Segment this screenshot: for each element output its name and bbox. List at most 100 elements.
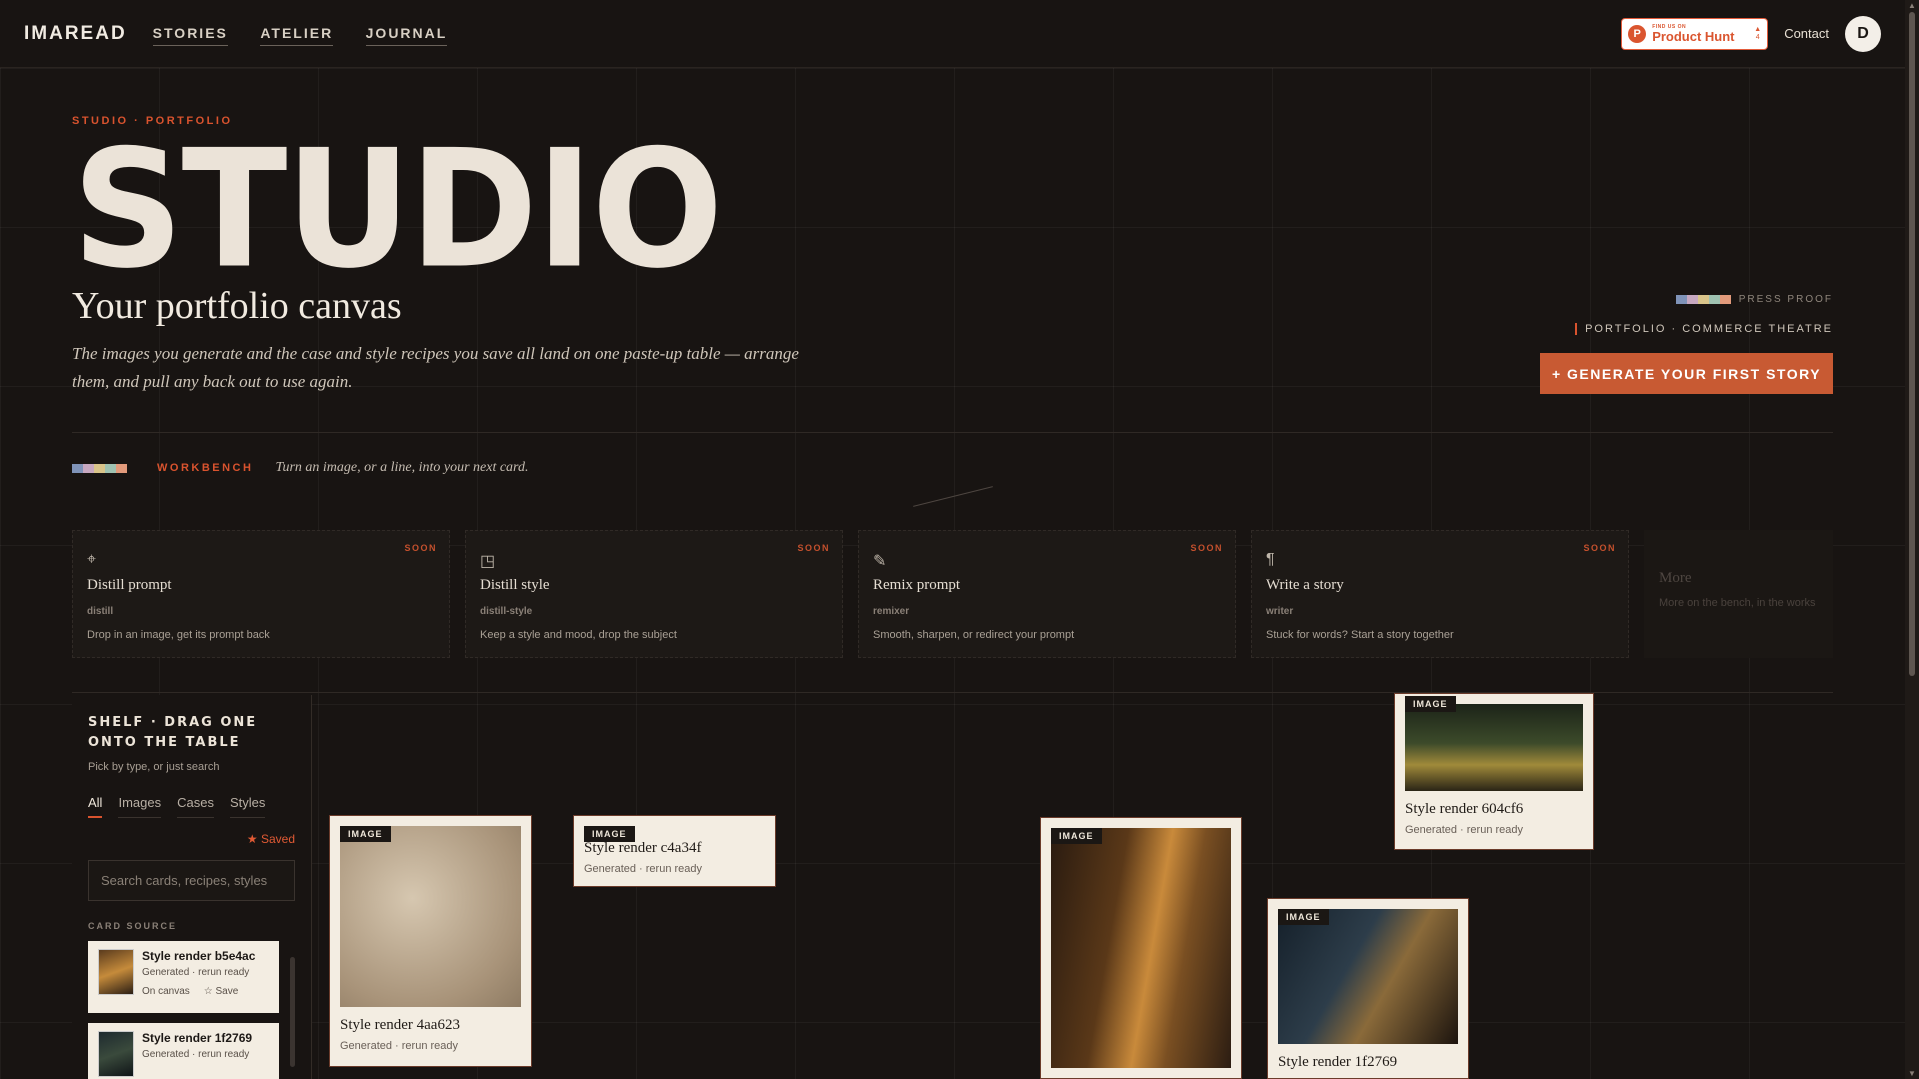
pencil-icon: ✎: [873, 553, 887, 570]
saved-filter[interactable]: ★ Saved: [88, 832, 295, 846]
card-image: [340, 826, 521, 1007]
main-nav: STORIES ATELIER JOURNAL: [152, 24, 476, 46]
shelf-hint: Pick by type, or just search: [88, 761, 220, 773]
image-badge: IMAGE: [340, 826, 391, 842]
shelf-title: SHELF · DRAG ONE ONTO THE TABLE: [88, 715, 258, 750]
tool-description: Stuck for words? Start a story together: [1266, 629, 1454, 641]
tool-more: More More on the bench, in the works: [1644, 530, 1833, 658]
pilcrow-icon: ¶: [1266, 551, 1275, 568]
upvote-count: 4: [1755, 33, 1760, 41]
card-title: Style render 4aa623: [340, 1017, 460, 1033]
thumbnail: [98, 1031, 134, 1077]
tool-write-story[interactable]: SOON ¶ Write a story writer Stuck for wo…: [1251, 530, 1629, 658]
tab-images[interactable]: Images: [118, 795, 162, 818]
soon-badge: SOON: [1190, 543, 1223, 553]
tool-distill-prompt[interactable]: SOON ⌖ Distill prompt distill Drop in an…: [72, 530, 450, 658]
canvas-card[interactable]: IMAGE: [1040, 817, 1242, 1079]
image-badge: IMAGE: [1051, 828, 1102, 844]
list-item[interactable]: Style render b5e4ac Generated · rerun re…: [88, 941, 279, 1013]
color-swatch: [1675, 295, 1731, 304]
save-button[interactable]: ☆ Save: [204, 986, 239, 997]
press-proof-label: PRESS PROOF: [1738, 294, 1833, 305]
crosshair-icon: ⌖: [87, 551, 97, 568]
nav-atelier[interactable]: ATELIER: [260, 24, 334, 46]
logo[interactable]: IMAREAD: [24, 23, 127, 45]
tool-distill-style[interactable]: SOON ◳ Distill style distill-style Keep …: [465, 530, 843, 658]
card-meta: Generated · rerun ready: [584, 863, 703, 875]
workbench-label: WORKBENCH: [157, 462, 254, 474]
page-title: STUDIO: [72, 114, 723, 305]
tool-description: Smooth, sharpen, or redirect your prompt: [873, 629, 1075, 641]
tool-code: distill-style: [480, 606, 533, 617]
product-hunt-label: Product Hunt: [1652, 28, 1735, 44]
item-title: Style render b5e4ac: [142, 949, 256, 963]
nav-stories[interactable]: STORIES: [152, 24, 228, 46]
hero-subtitle: Your portfolio canvas: [72, 285, 402, 327]
portfolio-tag: PORTFOLIO · COMMERCE THEATRE: [1575, 323, 1833, 335]
item-meta: Generated · rerun ready: [142, 1049, 250, 1060]
product-hunt-badge[interactable]: P FIND US ON Product Hunt ▲ 4: [1621, 17, 1769, 50]
card-title: Style render 604cf6: [1405, 801, 1524, 817]
search-input[interactable]: [88, 860, 295, 901]
image-badge: IMAGE: [1278, 909, 1329, 925]
section-divider: [72, 432, 1833, 433]
tool-description: Keep a style and mood, drop the subject: [480, 629, 677, 641]
soon-badge: SOON: [1583, 543, 1616, 553]
hero-description: The images you generate and the case and…: [72, 344, 799, 391]
canvas-card[interactable]: IMAGE Style render 1f2769: [1267, 898, 1469, 1079]
card-title: Style render c4a34f: [584, 840, 702, 856]
image-badge: IMAGE: [584, 826, 635, 842]
tool-title: Distill style: [480, 577, 550, 593]
tool-code: distill: [87, 606, 114, 617]
avatar[interactable]: D: [1845, 15, 1881, 52]
product-hunt-icon: P: [1628, 24, 1647, 43]
workbench-tools: SOON ⌖ Distill prompt distill Drop in an…: [72, 530, 1833, 658]
frame-icon: ◳: [480, 553, 496, 570]
contact-link[interactable]: Contact: [1784, 26, 1829, 41]
tool-title: Write a story: [1266, 577, 1344, 593]
tool-title: Remix prompt: [873, 577, 961, 593]
shelf-tabs: All Images Cases Styles: [88, 795, 295, 818]
workbench-header: WORKBENCH Turn an image, or a line, into…: [72, 460, 528, 476]
page-scrollbar[interactable]: ▲ ▼: [1905, 0, 1919, 1079]
generate-story-button[interactable]: + GENERATE YOUR FIRST STORY: [1540, 353, 1833, 394]
card-meta: Generated · rerun ready: [340, 1040, 459, 1052]
tab-all[interactable]: All: [88, 795, 103, 818]
item-status: On canvas: [142, 986, 190, 997]
image-badge: IMAGE: [1405, 696, 1456, 712]
canvas-card[interactable]: IMAGE Style render c4a34f Generated · re…: [573, 815, 776, 887]
press-proof: PRESS PROOF: [1675, 294, 1833, 305]
tool-remix-prompt[interactable]: SOON ✎ Remix prompt remixer Smooth, shar…: [858, 530, 1236, 658]
card-image: [1278, 909, 1458, 1044]
product-hunt-votes: ▲ 4: [1754, 26, 1761, 41]
canvas-card[interactable]: IMAGE Style render 604cf6 Generated · re…: [1394, 693, 1594, 850]
tool-description: Drop in an image, get its prompt back: [87, 629, 270, 641]
item-title: Style render 1f2769: [142, 1031, 253, 1045]
scroll-up-icon[interactable]: ▲: [1908, 1, 1916, 10]
tab-cases[interactable]: Cases: [177, 795, 214, 818]
card-source-label: CARD SOURCE: [88, 921, 178, 931]
header-actions: P FIND US ON Product Hunt ▲ 4 Contact D: [1621, 15, 1881, 52]
top-navigation: IMAREAD STORIES ATELIER JOURNAL P FIND U…: [0, 0, 1905, 68]
soon-badge: SOON: [404, 543, 437, 553]
card-image: [1405, 704, 1583, 791]
tab-styles[interactable]: Styles: [229, 795, 266, 818]
nav-journal[interactable]: JOURNAL: [365, 24, 448, 46]
tool-more-title: More: [1659, 570, 1692, 586]
soon-badge: SOON: [797, 543, 830, 553]
thumbnail: [98, 949, 134, 995]
card-title: Style render 1f2769: [1278, 1054, 1398, 1070]
list-item[interactable]: Style render 1f2769 Generated · rerun re…: [88, 1023, 279, 1079]
item-meta: Generated · rerun ready: [142, 967, 250, 978]
tool-more-desc: More on the bench, in the works: [1659, 597, 1816, 609]
shelf-scrollbar[interactable]: [290, 957, 295, 1067]
tool-code: remixer: [873, 606, 910, 617]
card-image: [1051, 828, 1231, 1068]
decorative-stroke: [913, 486, 993, 507]
scroll-down-icon[interactable]: ▼: [1908, 1069, 1916, 1078]
tool-title: Distill prompt: [87, 577, 172, 593]
canvas-card[interactable]: IMAGE Style render 4aa623 Generated · re…: [329, 815, 532, 1067]
workbench-note: Turn an image, or a line, into your next…: [275, 460, 529, 475]
tool-code: writer: [1266, 606, 1294, 617]
scroll-thumb[interactable]: [1909, 12, 1915, 676]
